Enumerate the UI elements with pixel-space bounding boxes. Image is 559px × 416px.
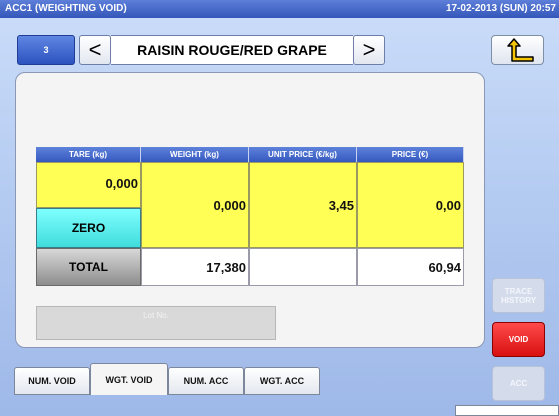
header-price: PRICE (€) (357, 147, 464, 162)
lot-number-field[interactable]: Lot No. (36, 306, 276, 340)
return-arrow-icon (507, 38, 534, 62)
total-label: TOTAL (36, 248, 141, 286)
tab-wgt-acc[interactable]: WGT. ACC (244, 367, 320, 395)
date-time: 17-02-2013 (SUN) 20:57 (445, 3, 556, 14)
plu-number[interactable]: 3 (17, 35, 75, 65)
status-field (455, 405, 559, 416)
void-button[interactable]: VOID (492, 322, 545, 357)
back-button[interactable] (491, 35, 544, 65)
header-tare: TARE (kg) (36, 147, 141, 162)
app-title: ACC1 (WEIGHTING VOID) (5, 3, 127, 14)
tab-wgt-void[interactable]: WGT. VOID (90, 363, 168, 395)
header-weight: WEIGHT (kg) (141, 147, 249, 162)
previous-button[interactable]: < (79, 35, 111, 65)
product-name: RAISIN ROUGE/RED GRAPE (111, 35, 353, 65)
tare-value[interactable]: 0,000 (36, 162, 141, 208)
title-bar: ACC1 (WEIGHTING VOID) 17-02-2013 (SUN) 2… (0, 0, 559, 18)
unit-price-value[interactable]: 3,45 (249, 162, 357, 248)
tab-num-void[interactable]: NUM. VOID (14, 367, 90, 395)
total-weight: 17,380 (141, 248, 249, 286)
weight-value[interactable]: 0,000 (141, 162, 249, 248)
zero-button[interactable]: ZERO (36, 208, 141, 248)
tab-num-acc[interactable]: NUM. ACC (168, 367, 244, 395)
total-price: 60,94 (357, 248, 464, 286)
header-unit-price: UNIT PRICE (€/kg) (249, 147, 357, 162)
next-button[interactable]: > (353, 35, 385, 65)
price-value[interactable]: 0,00 (357, 162, 464, 248)
trace-history-button[interactable]: TRACE HISTORY (492, 278, 545, 313)
total-unit-price (249, 248, 357, 286)
acc-button[interactable]: ACC (492, 366, 545, 401)
